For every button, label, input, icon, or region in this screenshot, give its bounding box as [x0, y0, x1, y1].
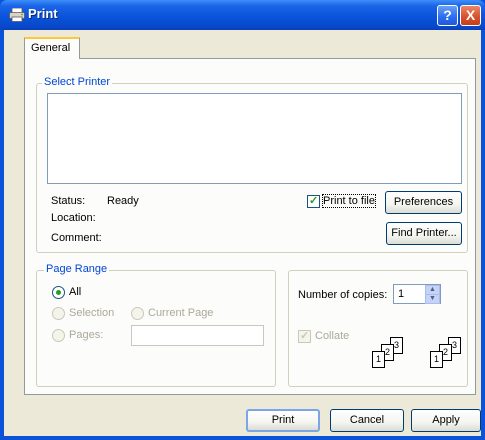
- select-printer-legend: Select Printer: [42, 76, 113, 88]
- radio-all-label[interactable]: All: [69, 286, 81, 298]
- help-button[interactable]: ?: [437, 5, 458, 26]
- comment-label: Comment:: [51, 232, 102, 244]
- printer-list[interactable]: [47, 93, 462, 184]
- collate-label[interactable]: Collate: [315, 330, 349, 342]
- title-bar[interactable]: Print ? X: [0, 0, 485, 30]
- print-to-file-label[interactable]: Print to file: [322, 194, 376, 208]
- collate-page-icon: 1: [372, 351, 385, 368]
- copies-group: [288, 270, 468, 387]
- copies-label: Number of copies:: [298, 289, 388, 301]
- radio-selection-label[interactable]: Selection: [69, 307, 114, 319]
- pages-input[interactable]: [131, 325, 264, 346]
- radio-current-page-label[interactable]: Current Page: [148, 307, 213, 319]
- collate-page-icon: 1: [430, 351, 443, 368]
- spin-down-icon[interactable]: ▼: [425, 294, 440, 304]
- apply-button[interactable]: Apply: [411, 409, 481, 432]
- print-to-file-checkbox[interactable]: ✓: [307, 195, 320, 208]
- status-label: Status:: [51, 195, 86, 207]
- collate-checkbox[interactable]: ✓: [298, 330, 311, 343]
- radio-all[interactable]: [52, 286, 65, 299]
- window-title: Print: [28, 6, 58, 21]
- tab-general[interactable]: General: [24, 37, 80, 59]
- page-range-legend: Page Range: [44, 263, 110, 275]
- copies-value: 1: [398, 288, 405, 300]
- radio-pages[interactable]: [52, 329, 65, 342]
- check-icon: ✓: [300, 330, 310, 342]
- printer-icon: [9, 8, 25, 22]
- preferences-button[interactable]: Preferences: [385, 191, 462, 214]
- print-button[interactable]: Print: [246, 409, 320, 432]
- radio-pages-label[interactable]: Pages:: [69, 329, 103, 341]
- close-button[interactable]: X: [460, 5, 481, 26]
- cancel-button[interactable]: Cancel: [330, 409, 404, 432]
- radio-current-page[interactable]: [131, 307, 144, 320]
- find-printer-button[interactable]: Find Printer...: [386, 222, 462, 245]
- status-value: Ready: [107, 195, 139, 207]
- tab-general-label: General: [31, 42, 71, 54]
- location-label: Location:: [51, 212, 96, 224]
- radio-selection[interactable]: [52, 307, 65, 320]
- radio-selected-dot: [56, 290, 61, 295]
- check-icon: ✓: [309, 195, 319, 207]
